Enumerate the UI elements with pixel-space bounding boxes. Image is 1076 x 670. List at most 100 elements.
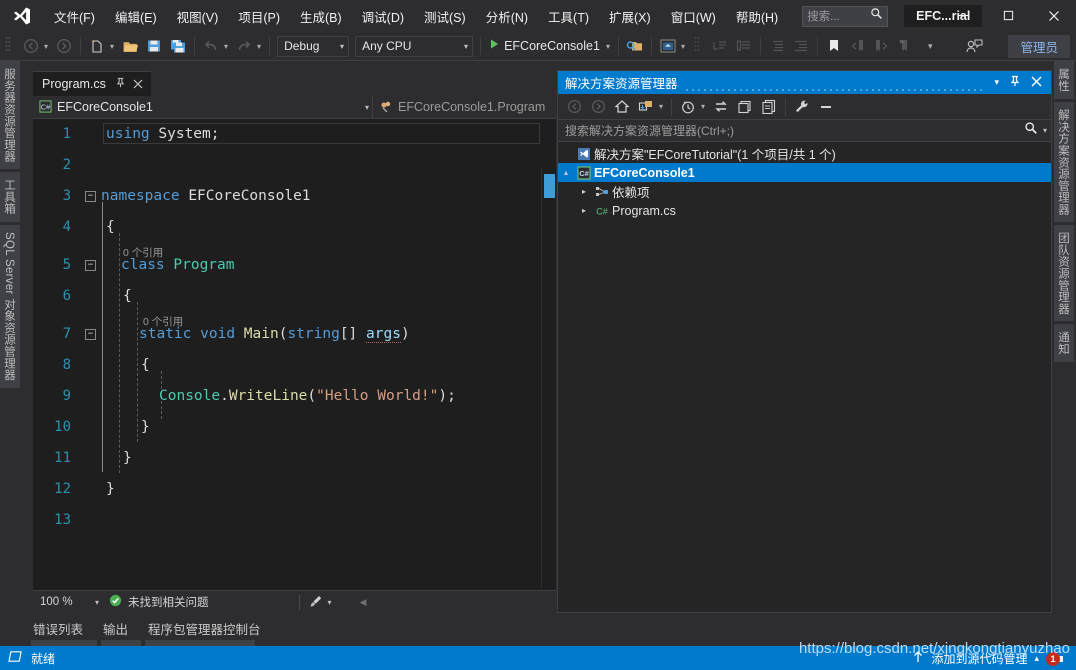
menu-item-debug[interactable]: 调试(D) bbox=[352, 0, 414, 32]
document-tab-program-cs[interactable]: Program.cs bbox=[33, 71, 151, 96]
dock-tab-properties[interactable]: 属性 bbox=[1054, 61, 1074, 99]
dock-tab-toolbox[interactable]: 工具箱 bbox=[0, 172, 20, 222]
tree-item-dependencies[interactable]: ▸ 依赖项 bbox=[558, 182, 1051, 201]
fold-toggle-method[interactable]: − bbox=[85, 329, 96, 340]
undo-dropdown[interactable]: ▾ bbox=[223, 42, 232, 51]
brush-icon[interactable] bbox=[309, 594, 323, 611]
previous-bookmark-icon[interactable] bbox=[846, 34, 870, 58]
notification-badge[interactable]: 1 bbox=[1046, 652, 1060, 666]
collapse-all-icon[interactable] bbox=[733, 95, 757, 119]
code-editor-surface[interactable]: 1 2 3 4 5 6 7 8 9 10 11 12 13 − − − usin… bbox=[33, 119, 556, 590]
tree-expander[interactable]: ▸ bbox=[576, 206, 592, 215]
preview-icon[interactable] bbox=[656, 34, 680, 58]
minimize-button[interactable] bbox=[941, 0, 986, 31]
search-options-dropdown[interactable]: ▾ bbox=[1043, 126, 1047, 135]
issues-status[interactable]: 未找到相关问题 bbox=[109, 594, 209, 610]
dock-tab-server-explorer[interactable]: 服务器资源管理器 bbox=[0, 61, 20, 170]
se-back-icon[interactable] bbox=[562, 95, 586, 119]
tree-expander[interactable]: ▸ bbox=[576, 187, 592, 196]
history-clock-icon[interactable] bbox=[676, 95, 700, 119]
new-project-icon[interactable] bbox=[85, 34, 109, 58]
navbar-member-combo[interactable]: EFCoreConsole1.Program bbox=[373, 96, 556, 118]
platform-combo[interactable]: Any CPU ▾ bbox=[355, 35, 474, 57]
wrench-icon[interactable] bbox=[790, 95, 814, 119]
navigate-back-dropdown[interactable]: ▾ bbox=[43, 42, 52, 51]
bottom-tab-package-manager-console[interactable]: 程序包管理器控制台 bbox=[138, 617, 271, 639]
toolbar-overflow-button[interactable]: ▾ bbox=[918, 41, 937, 52]
redo-dropdown[interactable]: ▾ bbox=[256, 42, 265, 51]
close-icon[interactable] bbox=[131, 77, 145, 92]
preview-dropdown[interactable]: ▾ bbox=[680, 42, 689, 51]
toolbar-grip[interactable] bbox=[5, 36, 17, 56]
caret-up-icon[interactable]: ▴ bbox=[1034, 653, 1039, 664]
fold-toggle-class[interactable]: − bbox=[85, 260, 96, 271]
comment-selection-icon[interactable] bbox=[708, 34, 732, 58]
pin-icon[interactable] bbox=[106, 77, 131, 91]
menu-item-build[interactable]: 生成(B) bbox=[290, 0, 352, 32]
pending-changes-icon[interactable] bbox=[634, 95, 658, 119]
decrease-indent-icon[interactable] bbox=[789, 34, 813, 58]
uncomment-selection-icon[interactable] bbox=[732, 34, 756, 58]
pending-changes-dropdown[interactable]: ▾ bbox=[658, 102, 667, 111]
chevron-down-icon[interactable]: ▾ bbox=[95, 598, 99, 607]
tree-item-program-cs[interactable]: ▸ C# Program.cs bbox=[558, 201, 1051, 220]
start-debug-button[interactable]: EFCoreConsole1 bbox=[485, 34, 605, 58]
bottom-tab-error-list[interactable]: 错误列表 bbox=[23, 617, 93, 639]
se-forward-icon[interactable] bbox=[586, 95, 610, 119]
menu-item-edit[interactable]: 编辑(E) bbox=[105, 0, 167, 32]
bottom-tab-output[interactable]: 输出 bbox=[93, 617, 138, 639]
pin-icon[interactable] bbox=[1004, 75, 1026, 90]
menu-item-test[interactable]: 测试(S) bbox=[414, 0, 476, 32]
menu-item-analyze[interactable]: 分析(N) bbox=[476, 0, 538, 32]
brush-dropdown-icon[interactable]: ▾ bbox=[328, 598, 332, 607]
maximize-button[interactable] bbox=[986, 0, 1031, 31]
tree-item-solution[interactable]: 解决方案"EFCoreTutorial"(1 个项目/共 1 个) bbox=[558, 144, 1051, 163]
dock-tab-notifications[interactable]: 通知 bbox=[1054, 324, 1074, 363]
dock-tab-sql-object-explorer[interactable]: SQL Server 对象资源管理器 bbox=[0, 224, 20, 388]
menu-item-help[interactable]: 帮助(H) bbox=[726, 0, 788, 32]
menu-item-extensions[interactable]: 扩展(X) bbox=[599, 0, 661, 32]
configuration-combo[interactable]: Debug ▾ bbox=[277, 35, 350, 57]
start-debug-dropdown[interactable]: ▾ bbox=[605, 42, 614, 51]
toolbar-grip[interactable] bbox=[694, 36, 706, 56]
scrollbar-thumb[interactable] bbox=[544, 174, 555, 198]
menu-item-view[interactable]: 视图(V) bbox=[167, 0, 229, 32]
tree-expander[interactable]: ▴ bbox=[558, 168, 574, 177]
next-bookmark-icon[interactable] bbox=[870, 34, 894, 58]
preview-selected-icon[interactable] bbox=[814, 95, 838, 119]
chevron-down-icon[interactable]: ▾ bbox=[989, 77, 1004, 88]
global-search-input[interactable]: 搜索... bbox=[802, 5, 889, 27]
menu-item-file[interactable]: 文件(F) bbox=[44, 0, 105, 32]
history-dropdown[interactable]: ▾ bbox=[700, 102, 709, 111]
find-in-files-icon[interactable] bbox=[623, 34, 647, 58]
new-project-dropdown[interactable]: ▾ bbox=[109, 42, 118, 51]
bookmark-icon[interactable] bbox=[822, 34, 846, 58]
navbar-project-combo[interactable]: C# EFCoreConsole1 ▾ bbox=[33, 96, 373, 118]
show-all-files-icon[interactable] bbox=[757, 95, 781, 119]
close-button[interactable] bbox=[1031, 0, 1076, 31]
title-drag-dots[interactable] bbox=[684, 80, 984, 91]
tree-item-project[interactable]: ▴ C# EFCoreConsole1 bbox=[558, 163, 1051, 182]
editor-vertical-scrollbar[interactable] bbox=[541, 168, 556, 590]
fold-toggle-namespace[interactable]: − bbox=[85, 191, 96, 202]
home-icon[interactable] bbox=[610, 95, 634, 119]
increase-indent-icon[interactable] bbox=[765, 34, 789, 58]
feedback-icon[interactable] bbox=[962, 34, 986, 58]
navigate-forward-icon[interactable] bbox=[52, 34, 76, 58]
source-control-label[interactable]: 添加到源代码管理 bbox=[931, 650, 1027, 667]
menu-item-project[interactable]: 项目(P) bbox=[228, 0, 290, 32]
navigate-back-icon[interactable] bbox=[19, 34, 43, 58]
dock-tab-team-explorer[interactable]: 团队资源管理器 bbox=[1054, 224, 1074, 322]
clear-bookmarks-icon[interactable] bbox=[894, 34, 918, 58]
save-icon[interactable] bbox=[142, 34, 166, 58]
menu-item-tools[interactable]: 工具(T) bbox=[538, 0, 599, 32]
sync-icon[interactable] bbox=[709, 95, 733, 119]
scroll-left-icon[interactable]: ◀ bbox=[360, 597, 367, 608]
menu-item-window[interactable]: 窗口(W) bbox=[661, 0, 726, 32]
zoom-combo[interactable]: 100 % bbox=[33, 596, 95, 608]
redo-icon[interactable] bbox=[232, 34, 256, 58]
save-all-icon[interactable] bbox=[166, 34, 190, 58]
close-icon[interactable] bbox=[1026, 76, 1047, 90]
undo-icon[interactable] bbox=[199, 34, 223, 58]
arrow-up-icon[interactable] bbox=[912, 650, 924, 667]
